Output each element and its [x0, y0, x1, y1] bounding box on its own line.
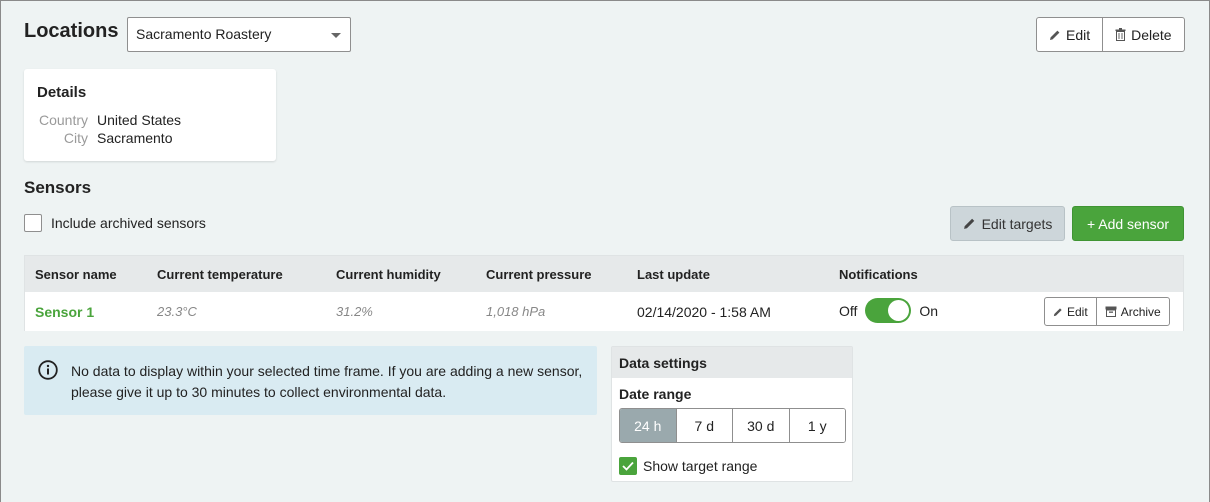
- show-target-range-label: Show target range: [643, 458, 758, 474]
- sensor-name-link[interactable]: Sensor 1: [35, 304, 94, 320]
- check-icon: [622, 461, 634, 471]
- edit-location-button[interactable]: Edit: [1037, 18, 1102, 51]
- sensor-pressure: 1,018 hPa: [486, 304, 546, 319]
- trash-icon: [1115, 28, 1126, 41]
- checkbox-box[interactable]: [24, 214, 42, 232]
- details-card: Details Country United States City Sacra…: [24, 69, 276, 161]
- edit-targets-label: Edit targets: [981, 215, 1053, 232]
- column-header: Current pressure: [486, 267, 592, 282]
- table-row: Sensor 1 23.3°C 31.2% 1,018 hPa 02/14/20…: [25, 292, 1183, 331]
- data-settings-header: Data settings: [612, 347, 852, 378]
- notifications-toggle[interactable]: [865, 298, 912, 323]
- add-sensor-button[interactable]: + Add sensor: [1072, 206, 1184, 241]
- show-target-range-checkbox[interactable]: Show target range: [619, 457, 757, 475]
- archive-icon: [1105, 306, 1117, 317]
- edit-targets-button[interactable]: Edit targets: [950, 206, 1065, 241]
- delete-location-label: Delete: [1131, 26, 1172, 43]
- add-sensor-label: + Add sensor: [1086, 215, 1170, 232]
- range-1y-button[interactable]: 1 y: [788, 409, 845, 442]
- sensor-last-update: 02/14/2020 - 1:58 AM: [637, 304, 771, 320]
- details-key: Country: [38, 112, 88, 128]
- details-value: Sacramento: [97, 130, 173, 146]
- notif-on-label: On: [919, 302, 939, 319]
- range-7d-button[interactable]: 7 d: [675, 409, 732, 442]
- location-select-value: Sacramento Roastery: [136, 26, 272, 42]
- sensors-title: Sensors: [24, 178, 92, 197]
- caret-down-icon: [331, 33, 341, 38]
- column-header: Current humidity: [336, 267, 441, 282]
- pencil-icon: [1049, 29, 1061, 41]
- details-row-city: City Sacramento: [24, 130, 276, 148]
- pencil-icon: [1053, 307, 1063, 317]
- archive-sensor-label: Archive: [1120, 304, 1161, 319]
- page-title: Locations: [24, 20, 119, 42]
- data-settings-title: Data settings: [619, 355, 707, 371]
- details-row-country: Country United States: [24, 112, 276, 130]
- no-data-message: No data to display within your selected …: [71, 363, 583, 400]
- include-archived-label: Include archived sensors: [51, 215, 206, 231]
- include-archived-checkbox[interactable]: Include archived sensors: [24, 214, 206, 232]
- notif-off-label: Off: [839, 302, 858, 319]
- sensor-temperature: 23.3°C: [157, 304, 197, 319]
- sensor-row-actions: Edit Archive: [1044, 297, 1170, 326]
- range-24h-button[interactable]: 24 h: [620, 409, 676, 442]
- notifications-control: Off On: [839, 298, 938, 323]
- edit-sensor-label: Edit: [1067, 304, 1088, 319]
- location-actions: Edit Delete: [1036, 17, 1185, 52]
- toggle-knob: [888, 300, 910, 321]
- location-select[interactable]: Sacramento Roastery: [127, 17, 351, 52]
- column-header: Last update: [637, 267, 710, 282]
- details-key: City: [63, 130, 88, 146]
- info-icon: [38, 360, 58, 380]
- delete-location-button[interactable]: Delete: [1102, 18, 1183, 51]
- sensor-table: Sensor name Current temperature Current …: [24, 255, 1184, 331]
- details-title: Details: [37, 84, 87, 101]
- date-range-group: 24 h 7 d 30 d 1 y: [619, 408, 846, 443]
- no-data-info-box: No data to display within your selected …: [24, 346, 597, 415]
- column-header: Notifications: [839, 267, 918, 282]
- edit-sensor-button[interactable]: Edit: [1045, 298, 1096, 325]
- table-header: Sensor name Current temperature Current …: [25, 256, 1183, 292]
- archive-sensor-button[interactable]: Archive: [1095, 298, 1169, 325]
- range-30d-button[interactable]: 30 d: [732, 409, 789, 442]
- pencil-icon: [963, 217, 976, 230]
- sensor-humidity: 31.2%: [336, 304, 373, 319]
- checkbox-box[interactable]: [619, 457, 637, 475]
- data-settings-panel: Data settings Date range 24 h 7 d 30 d 1…: [611, 346, 853, 482]
- column-header: Current temperature: [157, 267, 283, 282]
- details-value: United States: [97, 112, 182, 128]
- date-range-label: Date range: [619, 386, 692, 402]
- edit-location-label: Edit: [1066, 26, 1091, 43]
- column-header: Sensor name: [35, 267, 117, 282]
